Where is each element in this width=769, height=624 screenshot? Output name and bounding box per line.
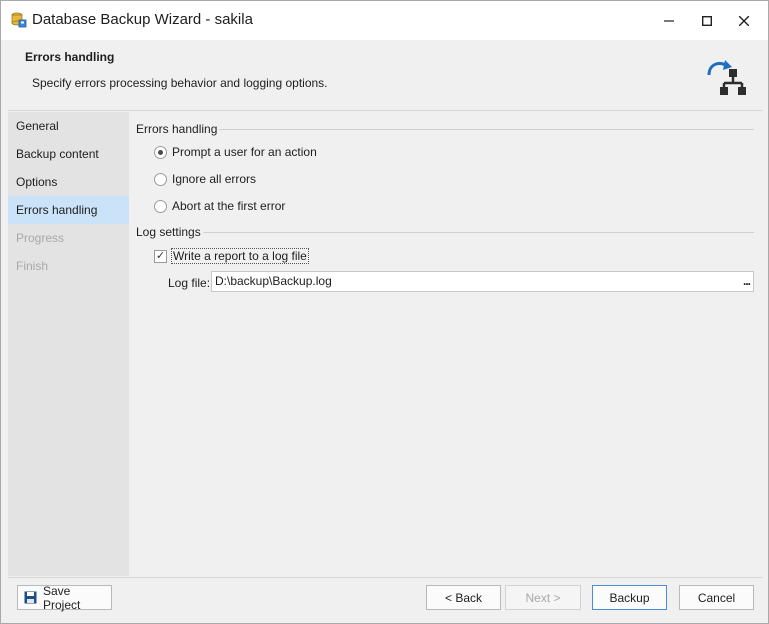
- page-header: Errors handling Specify errors processin…: [8, 41, 762, 111]
- database-backup-app-icon: [11, 12, 27, 28]
- page-subtitle: Specify errors processing behavior and l…: [32, 76, 328, 90]
- write-report-checkbox[interactable]: ✓: [154, 249, 167, 263]
- nav-item-finish: Finish: [16, 259, 49, 273]
- errors-group-divider: [219, 129, 754, 130]
- write-report-label: Write a report to a log file: [171, 248, 309, 264]
- radio-button[interactable]: [154, 172, 167, 186]
- log-group-title: Log settings: [136, 225, 201, 239]
- log-file-value: D:\backup\Backup.log: [215, 274, 332, 288]
- window-title: Database Backup Wizard - sakila: [32, 11, 253, 28]
- next-button: Next >: [505, 585, 581, 610]
- nav-item-progress: Progress: [16, 231, 65, 245]
- log-file-label: Log file:: [168, 276, 211, 290]
- minimize-icon: [664, 19, 674, 22]
- nav-item-backup-content[interactable]: Backup content: [8, 140, 129, 168]
- radio-button-checked[interactable]: [154, 145, 167, 159]
- radio-label: Prompt a user for an action: [172, 145, 317, 159]
- backup-network-icon: [707, 60, 746, 95]
- content-panel: Errors handling Prompt a user for an act…: [129, 112, 762, 576]
- log-group-divider: [203, 232, 754, 233]
- wizard-window: Database Backup Wizard - sakila Errors h…: [0, 0, 769, 624]
- errors-group-title: Errors handling: [136, 122, 218, 136]
- radio-prompt-user[interactable]: Prompt a user for an action: [154, 143, 317, 161]
- back-button[interactable]: < Back: [426, 585, 501, 610]
- radio-ignore-errors[interactable]: Ignore all errors: [154, 170, 256, 188]
- radio-label: Abort at the first error: [172, 199, 286, 213]
- save-project-label: Save Project: [43, 583, 81, 612]
- floppy-disk-icon: [24, 591, 37, 604]
- wizard-steps-nav: General Backup content Options Errors ha…: [8, 112, 129, 576]
- radio-button[interactable]: [154, 199, 167, 213]
- maximize-icon: [702, 15, 712, 26]
- save-project-button[interactable]: Save Project: [17, 583, 112, 612]
- close-icon: [739, 15, 749, 26]
- page-title: Errors handling: [25, 50, 115, 64]
- close-button[interactable]: [721, 1, 767, 40]
- title-bar: Database Backup Wizard - sakila: [1, 1, 768, 40]
- footer-bar: Save Project < Back Next > Backup Cancel: [8, 577, 762, 617]
- radio-label: Ignore all errors: [172, 172, 257, 186]
- browse-button[interactable]: ...: [743, 272, 751, 291]
- backup-button[interactable]: Backup: [592, 585, 667, 610]
- radio-abort-first-error[interactable]: Abort at the first error: [154, 197, 285, 215]
- cancel-button[interactable]: Cancel: [679, 585, 754, 610]
- nav-item-options[interactable]: Options: [8, 168, 129, 196]
- nav-item-general[interactable]: General: [8, 112, 129, 140]
- write-report-checkbox-row[interactable]: ✓ Write a report to a log file: [154, 247, 309, 265]
- log-file-field[interactable]: D:\backup\Backup.log ...: [211, 271, 754, 292]
- nav-item-errors-handling[interactable]: Errors handling: [8, 196, 129, 224]
